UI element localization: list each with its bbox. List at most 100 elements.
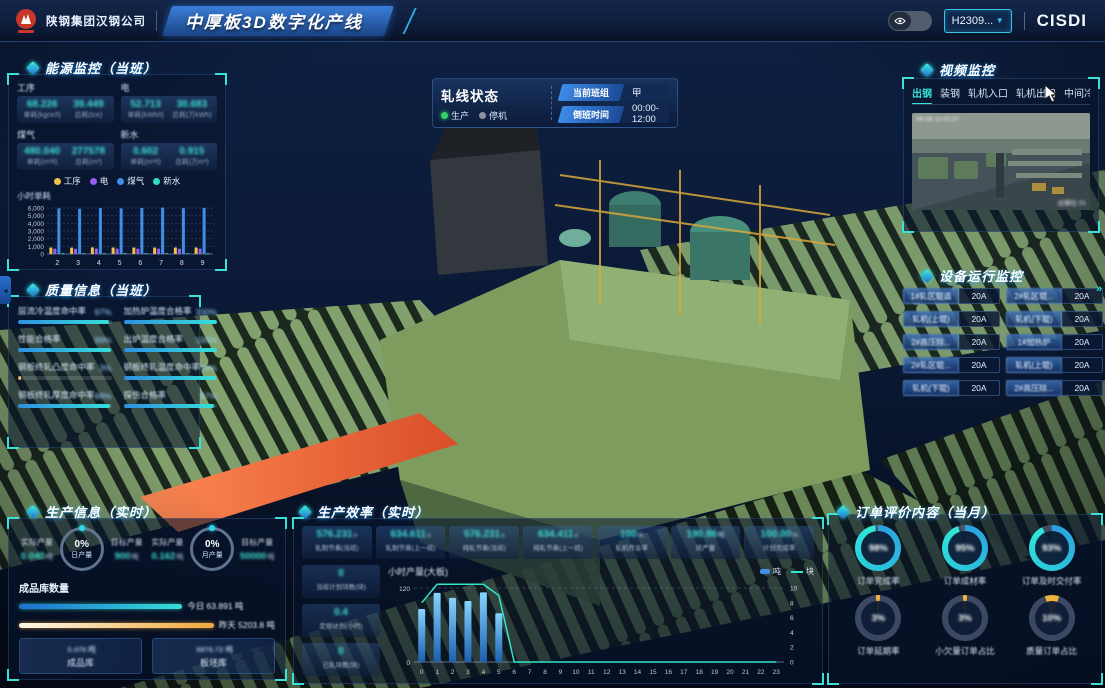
gray-dot-icon bbox=[479, 112, 486, 119]
svg-text:6,000: 6,000 bbox=[28, 206, 45, 213]
svg-text:2: 2 bbox=[790, 645, 794, 652]
svg-text:7: 7 bbox=[528, 669, 532, 676]
energy-hourly-chart: 6,0005,0004,0003,0002,0001,000023456789 bbox=[17, 202, 217, 274]
svg-text:9: 9 bbox=[559, 669, 563, 676]
svg-text:14: 14 bbox=[634, 669, 642, 676]
svg-text:10: 10 bbox=[572, 669, 580, 676]
dashboard-root: 陕钢集团汉钢公司 中厚板3D数字化产线 H2309... ▼ CISDI 能源监… bbox=[0, 0, 1105, 688]
page-title: 中厚板3D数字化产线 bbox=[167, 6, 389, 36]
quality-item: 钢板终轧凸度命中率3% bbox=[18, 361, 112, 380]
output-chart-legend: 吨 块 bbox=[760, 566, 814, 577]
video-tab-4[interactable]: 中间冷 bbox=[1064, 85, 1090, 100]
cisdi-logo: CISDI bbox=[1037, 11, 1087, 31]
camera-feed[interactable]: 09-08 11:02:37 出钢位 01 bbox=[912, 113, 1090, 210]
quality-item: 探伤合格率97% bbox=[124, 389, 218, 408]
orders-gauges: 98% 订单完成率 95% 订单成材率 93% 订单及时交付率 3% 订单延期率… bbox=[835, 525, 1095, 657]
diamond-icon bbox=[298, 504, 312, 518]
efficiency-side-card: 0 当班计划块数(块) bbox=[302, 565, 380, 598]
diamond-icon bbox=[26, 504, 40, 518]
day-output-ring-gauge: 0% 日产量 bbox=[60, 527, 104, 571]
donut-chart: 3% bbox=[855, 595, 901, 641]
shift-time-value: 00:00-12:00 bbox=[622, 106, 669, 123]
legend-dot-icon bbox=[54, 178, 61, 185]
device-reading: 2#高压除...20A bbox=[1006, 380, 1103, 396]
device-reading: 轧机(上辊)20A bbox=[1006, 357, 1103, 373]
diamond-icon bbox=[26, 60, 40, 74]
legend-item: 工序 bbox=[54, 175, 81, 187]
output-chart-title: 小时产量(大板) bbox=[388, 565, 448, 578]
device-reading: 轧机(上辊)20A bbox=[903, 311, 1000, 327]
camera-timestamp: 09-08 11:02:37 bbox=[916, 116, 959, 123]
shift-time-badge: 倒班时间 bbox=[560, 106, 622, 123]
svg-text:13: 13 bbox=[619, 669, 627, 676]
orders-panel: 98% 订单完成率 95% 订单成材率 93% 订单及时交付率 3% 订单延期率… bbox=[828, 514, 1102, 684]
gauge-dot-icon bbox=[209, 525, 215, 531]
efficiency-stat-card: 634.411s 纯轧节奏(上一班) bbox=[523, 526, 593, 559]
camera-watermark: 出钢位 01 bbox=[1057, 197, 1086, 207]
device-reading: 1#轧区辊道20A bbox=[903, 288, 1000, 304]
energy-legend: 工序 电 煤气 新水 bbox=[17, 175, 217, 187]
svg-text:16: 16 bbox=[665, 669, 673, 676]
svg-text:5,000: 5,000 bbox=[28, 213, 45, 220]
energy-group: 新水 0.602单耗(m³/t) 0.915总耗(万m³) bbox=[121, 128, 218, 170]
efficiency-panel: 576.231s 轧制节奏(当班) 634.611s 轧制节奏(上一班) 576… bbox=[293, 518, 823, 684]
svg-text:3: 3 bbox=[466, 669, 470, 676]
quality-items: 层流冷温度命中率97% 加热炉温度合格率100% 性能合格率99% 出炉温度合格… bbox=[18, 305, 190, 408]
shift-team-row: 当前班组 甲 bbox=[560, 84, 669, 101]
efficiency-stat-card: 576.231s 轧制节奏(当班) bbox=[302, 526, 372, 559]
donut-chart: 93% bbox=[1029, 525, 1075, 571]
svg-text:0: 0 bbox=[790, 660, 794, 667]
heat-number-dropdown[interactable]: H2309... ▼ bbox=[944, 9, 1012, 33]
device-reading: 1#加热炉20A bbox=[1006, 334, 1103, 350]
efficiency-stat-card: 576.231s 纯轧节奏(当班) bbox=[449, 526, 519, 559]
header-divider bbox=[156, 11, 157, 31]
video-tabs: 出钢 装钢 轧机入口 轧机出口 中间冷 电动热 bbox=[912, 85, 1090, 105]
legend-item: 新水 bbox=[153, 175, 180, 187]
legend-item: 煤气 bbox=[117, 175, 144, 187]
svg-text:1,000: 1,000 bbox=[28, 244, 45, 251]
quality-item: 加热炉温度合格率100% bbox=[124, 305, 218, 324]
energy-panel: 工序 68.226单耗(kgce/t) 39.449总耗(tce) 电 52.7… bbox=[8, 74, 226, 270]
header-decoration bbox=[399, 8, 421, 34]
svg-text:6: 6 bbox=[512, 669, 516, 676]
video-tab-0[interactable]: 出钢 bbox=[912, 85, 932, 100]
energy-panel-title: 能源监控（当班） bbox=[28, 58, 157, 77]
quality-panel: 层流冷温度命中率97% 加热炉温度合格率100% 性能合格率99% 出炉温度合格… bbox=[8, 296, 200, 448]
svg-text:21: 21 bbox=[742, 669, 750, 676]
svg-text:5: 5 bbox=[118, 260, 122, 267]
company-name: 陕钢集团汉钢公司 bbox=[46, 13, 146, 29]
order-gauge: 95% 订单成材率 bbox=[922, 525, 1009, 587]
legend-item: 电 bbox=[90, 175, 109, 187]
legend-dot-icon bbox=[90, 178, 97, 185]
quality-item: 钢板终轧厚度命中率98% bbox=[18, 389, 112, 408]
video-panel: 出钢 装钢 轧机入口 轧机出口 中间冷 电动热 09-08 11:02:37 出… bbox=[903, 78, 1099, 232]
dashed-divider bbox=[551, 86, 552, 120]
order-gauge: 93% 订单及时交付率 bbox=[1008, 525, 1095, 587]
efficiency-stat-card: 100% 轧机作业率 bbox=[597, 526, 667, 559]
svg-text:19: 19 bbox=[711, 669, 719, 676]
video-tab-1[interactable]: 装钢 bbox=[940, 85, 960, 100]
svg-text:3: 3 bbox=[76, 260, 80, 267]
svg-text:23: 23 bbox=[773, 669, 781, 676]
left-edge-handle[interactable]: ◂ bbox=[0, 276, 11, 304]
device-reading: 轧机(下辊)20A bbox=[1006, 311, 1103, 327]
energy-groups: 工序 68.226单耗(kgce/t) 39.449总耗(tce) 电 52.7… bbox=[17, 81, 217, 170]
efficiency-stat-card: 634.611s 轧制节奏(上一班) bbox=[376, 526, 446, 559]
energy-group: 电 52.713单耗(kWh/t) 30.683总耗(万kWh) bbox=[121, 81, 218, 123]
visibility-toggle[interactable] bbox=[888, 11, 932, 31]
svg-text:22: 22 bbox=[757, 669, 765, 676]
legend-dot-icon bbox=[117, 178, 124, 185]
right-edge-handle[interactable]: » bbox=[1093, 276, 1105, 302]
svg-text:5: 5 bbox=[497, 669, 501, 676]
inventory-bar: 今日 63.891 吨 bbox=[19, 600, 275, 612]
video-tab-2[interactable]: 轧机入口 bbox=[968, 85, 1008, 100]
devices-panel-title: 设备运行监控 bbox=[922, 266, 1023, 285]
svg-text:11: 11 bbox=[588, 669, 595, 676]
day-actual-output: 实际产量 0.045吨 bbox=[19, 537, 55, 562]
svg-text:8: 8 bbox=[180, 260, 184, 267]
diamond-icon bbox=[920, 62, 934, 76]
video-tab-3[interactable]: 轧机出口 bbox=[1016, 85, 1056, 100]
svg-text:2: 2 bbox=[451, 669, 455, 676]
device-reading: 2#高压除...20A bbox=[903, 334, 1000, 350]
legend-producing: 生产 bbox=[441, 109, 469, 122]
